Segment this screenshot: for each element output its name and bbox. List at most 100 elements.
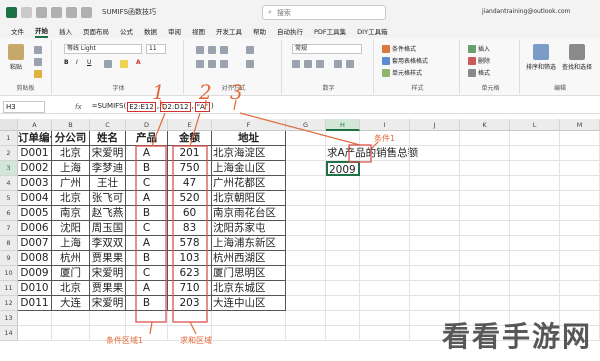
cell-E1[interactable]: 金额 xyxy=(168,131,212,146)
cell-J9[interactable] xyxy=(410,251,460,266)
font-size-select[interactable]: 11 xyxy=(146,44,166,54)
increase-decimal-icon[interactable] xyxy=(334,60,342,68)
fx-icon[interactable]: fx xyxy=(75,103,82,111)
decrease-decimal-icon[interactable] xyxy=(346,60,354,68)
align-right-icon[interactable] xyxy=(220,60,228,68)
cell-L5[interactable] xyxy=(510,191,560,206)
table-format-button[interactable]: 套用表格格式 xyxy=(382,56,428,65)
cell-B14[interactable] xyxy=(52,326,90,341)
cell-E3[interactable]: 750 xyxy=(168,161,212,176)
cell-A3[interactable]: D002 xyxy=(18,161,52,176)
cell-D13[interactable] xyxy=(126,311,168,326)
cell-F4[interactable]: 广州花都区 xyxy=(212,176,286,191)
cell-E6[interactable]: 60 xyxy=(168,206,212,221)
cell-I5[interactable] xyxy=(360,191,410,206)
cell-B7[interactable]: 沈阳 xyxy=(52,221,90,236)
cell-I14[interactable] xyxy=(360,326,410,341)
cell-D7[interactable]: C xyxy=(126,221,168,236)
column-header-G[interactable]: G xyxy=(286,119,326,131)
cell-G12[interactable] xyxy=(286,296,326,311)
cell-M4[interactable] xyxy=(560,176,600,191)
cell-K11[interactable] xyxy=(460,281,510,296)
cell-F8[interactable]: 上海浦东新区 xyxy=(212,236,286,251)
cell-M12[interactable] xyxy=(560,296,600,311)
search-box[interactable]: ⌕ 搜索 xyxy=(262,5,386,20)
cell-G14[interactable] xyxy=(286,326,326,341)
cell-J3[interactable] xyxy=(410,161,460,176)
column-header-H[interactable]: H xyxy=(326,119,360,131)
cell-C8[interactable]: 李双双 xyxy=(90,236,126,251)
cell-M2[interactable] xyxy=(560,146,600,161)
cell-E8[interactable]: 578 xyxy=(168,236,212,251)
cell-I8[interactable] xyxy=(360,236,410,251)
align-top-icon[interactable] xyxy=(196,46,204,54)
cell-E4[interactable]: 47 xyxy=(168,176,212,191)
cell-L2[interactable] xyxy=(510,146,560,161)
cell-D2[interactable]: A xyxy=(126,146,168,161)
italic-button[interactable]: I xyxy=(76,59,78,66)
conditional-format-button[interactable]: 条件格式 xyxy=(382,44,416,53)
border-icon[interactable] xyxy=(104,60,112,68)
save-icon[interactable] xyxy=(36,6,47,18)
cell-L4[interactable] xyxy=(510,176,560,191)
cell-H14[interactable] xyxy=(326,326,360,341)
tab-automate[interactable]: 自动执行 xyxy=(277,26,303,36)
cell-J1[interactable] xyxy=(410,131,460,146)
cell-G5[interactable] xyxy=(286,191,326,206)
cell-A7[interactable]: D006 xyxy=(18,221,52,236)
column-header-I[interactable]: I xyxy=(360,119,410,131)
cell-A12[interactable]: D011 xyxy=(18,296,52,311)
row-header-12[interactable]: 12 xyxy=(0,296,18,311)
cell-G1[interactable] xyxy=(286,131,326,146)
tab-developer[interactable]: 开发工具 xyxy=(216,26,242,36)
font-color-icon[interactable]: A xyxy=(136,59,141,66)
cell-J4[interactable] xyxy=(410,176,460,191)
cell-M6[interactable] xyxy=(560,206,600,221)
cell-M1[interactable] xyxy=(560,131,600,146)
cell-G2[interactable] xyxy=(286,146,326,161)
cell-B1[interactable]: 分公司 xyxy=(52,131,90,146)
cell-B5[interactable]: 北京 xyxy=(52,191,90,206)
cell-J7[interactable] xyxy=(410,221,460,236)
cell-I6[interactable] xyxy=(360,206,410,221)
cell-J11[interactable] xyxy=(410,281,460,296)
tab-file[interactable]: 文件 xyxy=(11,26,24,36)
format-painter-icon[interactable] xyxy=(34,70,42,78)
copy-icon[interactable] xyxy=(34,58,42,66)
cell-C1[interactable]: 姓名 xyxy=(90,131,126,146)
cell-G3[interactable] xyxy=(286,161,326,176)
cell-I10[interactable] xyxy=(360,266,410,281)
cell-K3[interactable] xyxy=(460,161,510,176)
cell-J2[interactable] xyxy=(410,146,460,161)
customize-icon[interactable] xyxy=(81,6,92,18)
row-header-1[interactable]: 1 xyxy=(0,131,18,146)
cell-I12[interactable] xyxy=(360,296,410,311)
cell-C5[interactable]: 张飞可 xyxy=(90,191,126,206)
cell-C3[interactable]: 李梦迪 xyxy=(90,161,126,176)
cell-M10[interactable] xyxy=(560,266,600,281)
tab-pdf-tools[interactable]: PDF工具集 xyxy=(314,26,346,36)
cell-E9[interactable]: 103 xyxy=(168,251,212,266)
cell-K1[interactable] xyxy=(460,131,510,146)
cell-M3[interactable] xyxy=(560,161,600,176)
cell-K6[interactable] xyxy=(460,206,510,221)
row-header-7[interactable]: 7 xyxy=(0,221,18,236)
cell-H12[interactable] xyxy=(326,296,360,311)
cell-C2[interactable]: 宋爱明 xyxy=(90,146,126,161)
merge-center-icon[interactable] xyxy=(246,60,254,68)
name-box[interactable]: H3 xyxy=(3,100,45,113)
cell-L6[interactable] xyxy=(510,206,560,221)
cell-L3[interactable] xyxy=(510,161,560,176)
cut-icon[interactable] xyxy=(34,46,42,54)
cell-C6[interactable]: 赵飞燕 xyxy=(90,206,126,221)
select-all-corner[interactable] xyxy=(0,119,18,131)
cell-G4[interactable] xyxy=(286,176,326,191)
cell-J10[interactable] xyxy=(410,266,460,281)
cell-L1[interactable] xyxy=(510,131,560,146)
cell-A1[interactable]: 订单编号 xyxy=(18,131,52,146)
cell-G10[interactable] xyxy=(286,266,326,281)
align-center-icon[interactable] xyxy=(208,60,216,68)
tab-review[interactable]: 审阅 xyxy=(168,26,181,36)
cell-A10[interactable]: D009 xyxy=(18,266,52,281)
cell-G7[interactable] xyxy=(286,221,326,236)
